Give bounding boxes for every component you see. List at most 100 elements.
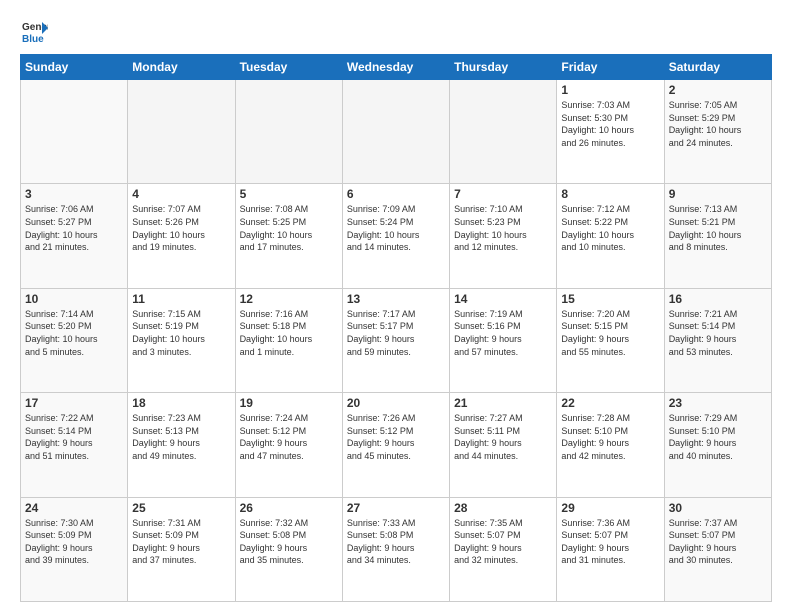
calendar-cell: 23Sunrise: 7:29 AM Sunset: 5:10 PM Dayli… <box>664 393 771 497</box>
calendar-cell: 13Sunrise: 7:17 AM Sunset: 5:17 PM Dayli… <box>342 288 449 392</box>
calendar-cell <box>21 80 128 184</box>
calendar-cell: 3 Sunrise: 7:06 AM Sunset: 5:27 PM Daylig… <box>21 184 128 288</box>
day-number: 10 <box>25 292 123 306</box>
calendar-cell: 24Sunrise: 7:30 AM Sunset: 5:09 PM Dayli… <box>21 497 128 601</box>
day-number: 22 <box>561 396 659 410</box>
day-info: Sunrise: 7:12 AM Sunset: 5:22 PM Dayligh… <box>561 203 659 253</box>
calendar-cell: 20 Sunrise: 7:26 AM Sunset: 5:12 PM Dayli… <box>342 393 449 497</box>
calendar-cell: 30 Sunrise: 7:37 AM Sunset: 5:07 PM Dayli… <box>664 497 771 601</box>
day-info: Sunrise: 7:22 AM Sunset: 5:14 PM Dayligh… <box>25 412 123 462</box>
calendar-cell: 15 Sunrise: 7:20 AM Sunset: 5:15 PM Dayli… <box>557 288 664 392</box>
day-number: 29 <box>561 501 659 515</box>
calendar-cell: 27 Sunrise: 7:33 AM Sunset: 5:08 PM Dayli… <box>342 497 449 601</box>
day-number: 12 <box>240 292 338 306</box>
weekday-header: Thursday <box>450 55 557 80</box>
day-info: Sunrise: 7:06 AM Sunset: 5:27 PM Dayligh… <box>25 203 123 253</box>
day-info: Sunrise: 7:36 AM Sunset: 5:07 PM Dayligh… <box>561 517 659 567</box>
day-info: Sunrise: 7:19 AM Sunset: 5:16 PM Dayligh… <box>454 308 552 358</box>
day-number: 3 <box>25 187 123 201</box>
calendar-header-row: SundayMondayTuesdayWednesdayThursdayFrid… <box>21 55 772 80</box>
header: General Blue <box>20 18 772 46</box>
calendar-cell: 14 Sunrise: 7:19 AM Sunset: 5:16 PM Dayli… <box>450 288 557 392</box>
day-info: Sunrise: 7:35 AM Sunset: 5:07 PM Dayligh… <box>454 517 552 567</box>
day-info: Sunrise: 7:17 AM Sunset: 5:17 PM Dayligh… <box>347 308 445 358</box>
day-info: Sunrise: 7:27 AM Sunset: 5:11 PM Dayligh… <box>454 412 552 462</box>
calendar-week-row: 24Sunrise: 7:30 AM Sunset: 5:09 PM Dayli… <box>21 497 772 601</box>
day-info: Sunrise: 7:08 AM Sunset: 5:25 PM Dayligh… <box>240 203 338 253</box>
day-info: Sunrise: 7:24 AM Sunset: 5:12 PM Dayligh… <box>240 412 338 462</box>
weekday-header: Monday <box>128 55 235 80</box>
day-info: Sunrise: 7:20 AM Sunset: 5:15 PM Dayligh… <box>561 308 659 358</box>
day-number: 7 <box>454 187 552 201</box>
day-info: Sunrise: 7:13 AM Sunset: 5:21 PM Dayligh… <box>669 203 767 253</box>
day-number: 21 <box>454 396 552 410</box>
day-number: 2 <box>669 83 767 97</box>
day-number: 6 <box>347 187 445 201</box>
day-number: 5 <box>240 187 338 201</box>
weekday-header: Friday <box>557 55 664 80</box>
day-number: 28 <box>454 501 552 515</box>
calendar-cell: 25Sunrise: 7:31 AM Sunset: 5:09 PM Dayli… <box>128 497 235 601</box>
calendar-week-row: 1 Sunrise: 7:03 AM Sunset: 5:30 PM Daylig… <box>21 80 772 184</box>
calendar-cell: 12 Sunrise: 7:16 AM Sunset: 5:18 PM Dayli… <box>235 288 342 392</box>
day-info: Sunrise: 7:15 AM Sunset: 5:19 PM Dayligh… <box>132 308 230 358</box>
calendar-cell: 17 Sunrise: 7:22 AM Sunset: 5:14 PM Dayli… <box>21 393 128 497</box>
day-number: 24 <box>25 501 123 515</box>
calendar-cell: 29 Sunrise: 7:36 AM Sunset: 5:07 PM Dayli… <box>557 497 664 601</box>
calendar-cell: 22 Sunrise: 7:28 AM Sunset: 5:10 PM Dayli… <box>557 393 664 497</box>
day-number: 19 <box>240 396 338 410</box>
logo-icon: General Blue <box>20 18 48 46</box>
calendar-cell: 6 Sunrise: 7:09 AM Sunset: 5:24 PM Daylig… <box>342 184 449 288</box>
calendar-cell: 21 Sunrise: 7:27 AM Sunset: 5:11 PM Dayli… <box>450 393 557 497</box>
calendar-cell: 18Sunrise: 7:23 AM Sunset: 5:13 PM Dayli… <box>128 393 235 497</box>
weekday-header: Sunday <box>21 55 128 80</box>
calendar-cell: 9 Sunrise: 7:13 AM Sunset: 5:21 PM Daylig… <box>664 184 771 288</box>
day-info: Sunrise: 7:07 AM Sunset: 5:26 PM Dayligh… <box>132 203 230 253</box>
calendar-cell <box>450 80 557 184</box>
calendar-cell: 26 Sunrise: 7:32 AM Sunset: 5:08 PM Dayli… <box>235 497 342 601</box>
day-info: Sunrise: 7:05 AM Sunset: 5:29 PM Dayligh… <box>669 99 767 149</box>
day-info: Sunrise: 7:16 AM Sunset: 5:18 PM Dayligh… <box>240 308 338 358</box>
day-number: 14 <box>454 292 552 306</box>
day-info: Sunrise: 7:28 AM Sunset: 5:10 PM Dayligh… <box>561 412 659 462</box>
day-number: 26 <box>240 501 338 515</box>
day-number: 8 <box>561 187 659 201</box>
calendar-cell <box>128 80 235 184</box>
day-info: Sunrise: 7:33 AM Sunset: 5:08 PM Dayligh… <box>347 517 445 567</box>
page: General Blue SundayMondayTuesdayWednesda… <box>0 0 792 612</box>
day-info: Sunrise: 7:03 AM Sunset: 5:30 PM Dayligh… <box>561 99 659 149</box>
logo: General Blue <box>20 18 52 46</box>
day-number: 25 <box>132 501 230 515</box>
calendar-cell <box>235 80 342 184</box>
day-number: 20 <box>347 396 445 410</box>
day-number: 17 <box>25 396 123 410</box>
calendar: SundayMondayTuesdayWednesdayThursdayFrid… <box>20 54 772 602</box>
day-info: Sunrise: 7:23 AM Sunset: 5:13 PM Dayligh… <box>132 412 230 462</box>
calendar-week-row: 17 Sunrise: 7:22 AM Sunset: 5:14 PM Dayli… <box>21 393 772 497</box>
day-number: 30 <box>669 501 767 515</box>
calendar-cell: 1 Sunrise: 7:03 AM Sunset: 5:30 PM Daylig… <box>557 80 664 184</box>
day-number: 15 <box>561 292 659 306</box>
calendar-cell: 28 Sunrise: 7:35 AM Sunset: 5:07 PM Dayli… <box>450 497 557 601</box>
calendar-cell: 11 Sunrise: 7:15 AM Sunset: 5:19 PM Dayli… <box>128 288 235 392</box>
day-info: Sunrise: 7:37 AM Sunset: 5:07 PM Dayligh… <box>669 517 767 567</box>
day-info: Sunrise: 7:09 AM Sunset: 5:24 PM Dayligh… <box>347 203 445 253</box>
calendar-cell: 7Sunrise: 7:10 AM Sunset: 5:23 PM Daylig… <box>450 184 557 288</box>
svg-text:Blue: Blue <box>22 34 44 45</box>
day-info: Sunrise: 7:21 AM Sunset: 5:14 PM Dayligh… <box>669 308 767 358</box>
day-info: Sunrise: 7:29 AM Sunset: 5:10 PM Dayligh… <box>669 412 767 462</box>
day-number: 27 <box>347 501 445 515</box>
day-number: 16 <box>669 292 767 306</box>
calendar-cell: 16 Sunrise: 7:21 AM Sunset: 5:14 PM Dayli… <box>664 288 771 392</box>
calendar-cell: 5 Sunrise: 7:08 AM Sunset: 5:25 PM Daylig… <box>235 184 342 288</box>
calendar-cell: 8 Sunrise: 7:12 AM Sunset: 5:22 PM Daylig… <box>557 184 664 288</box>
calendar-week-row: 10Sunrise: 7:14 AM Sunset: 5:20 PM Dayli… <box>21 288 772 392</box>
day-info: Sunrise: 7:32 AM Sunset: 5:08 PM Dayligh… <box>240 517 338 567</box>
day-number: 9 <box>669 187 767 201</box>
day-number: 1 <box>561 83 659 97</box>
day-info: Sunrise: 7:26 AM Sunset: 5:12 PM Dayligh… <box>347 412 445 462</box>
weekday-header: Wednesday <box>342 55 449 80</box>
calendar-cell: 19 Sunrise: 7:24 AM Sunset: 5:12 PM Dayli… <box>235 393 342 497</box>
day-number: 11 <box>132 292 230 306</box>
weekday-header: Saturday <box>664 55 771 80</box>
